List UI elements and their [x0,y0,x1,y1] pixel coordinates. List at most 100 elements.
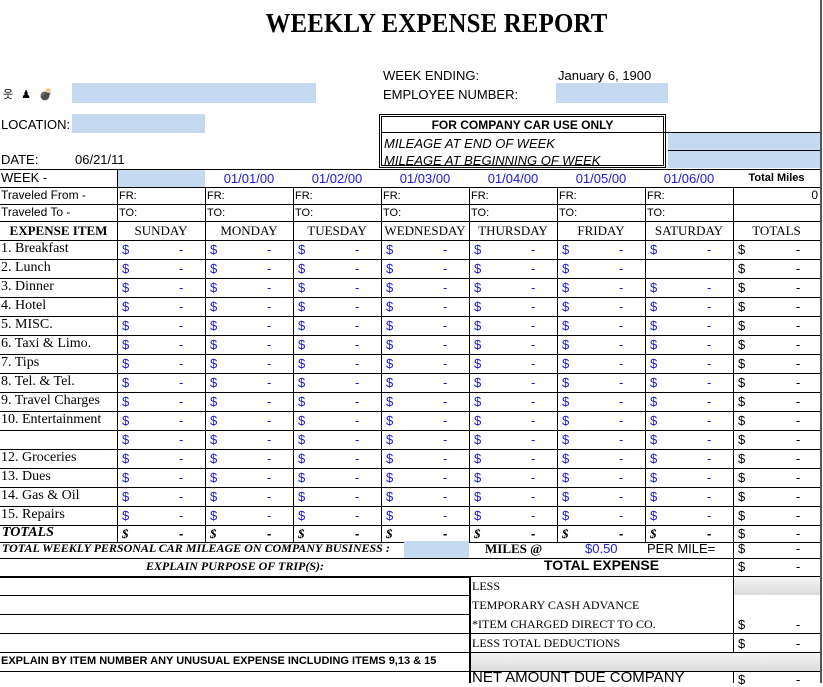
expense-cell[interactable]: - [443,280,447,295]
employee-number-input[interactable] [556,83,668,103]
traveled-from-field[interactable]: FR: [295,190,313,202]
expense-cell[interactable]: - [443,242,447,257]
expense-cell[interactable]: - [707,413,711,428]
expense-cell[interactable]: - [531,489,535,504]
traveled-from-field[interactable]: FR: [119,190,137,202]
expense-cell[interactable]: - [443,356,447,371]
expense-cell[interactable]: - [267,299,271,314]
expense-cell[interactable]: - [179,318,183,333]
expense-cell[interactable]: - [707,432,711,447]
week-date[interactable]: 01/05/00 [557,171,645,186]
expense-cell[interactable]: - [355,242,359,257]
expense-cell[interactable]: - [619,451,623,466]
expense-cell[interactable]: - [531,470,535,485]
expense-cell[interactable]: - [355,356,359,371]
expense-cell[interactable]: - [707,470,711,485]
expense-cell[interactable]: - [443,413,447,428]
expense-cell[interactable]: - [707,508,711,523]
expense-cell[interactable]: - [443,394,447,409]
expense-cell[interactable]: - [531,356,535,371]
expense-cell[interactable]: - [267,508,271,523]
traveled-from-field[interactable]: FR: [383,190,401,202]
expense-cell[interactable]: - [443,375,447,390]
expense-cell[interactable]: - [619,318,623,333]
expense-cell[interactable]: - [355,375,359,390]
mileage-rate[interactable]: $0.50 [585,541,618,556]
expense-cell[interactable]: - [179,508,183,523]
expense-cell[interactable]: - [355,413,359,428]
mileage-begin-input[interactable] [668,151,820,168]
expense-cell[interactable]: - [267,394,271,409]
expense-cell[interactable]: - [355,318,359,333]
expense-cell[interactable]: - [707,318,711,333]
traveled-from-field[interactable]: FR: [559,190,577,202]
expense-cell[interactable]: - [619,432,623,447]
expense-cell[interactable]: - [179,356,183,371]
expense-cell[interactable]: - [267,489,271,504]
expense-cell[interactable]: - [355,261,359,276]
traveled-to-field[interactable]: TO: [207,207,225,219]
expense-cell[interactable]: - [531,508,535,523]
expense-cell[interactable]: - [707,489,711,504]
expense-cell[interactable]: - [619,470,623,485]
name-input[interactable] [72,83,316,103]
expense-cell[interactable]: - [179,432,183,447]
expense-cell[interactable]: - [619,280,623,295]
expense-cell[interactable]: - [619,375,623,390]
expense-cell[interactable]: - [179,299,183,314]
expense-cell[interactable]: - [531,337,535,352]
expense-cell[interactable]: - [179,413,183,428]
expense-cell[interactable]: - [179,280,183,295]
expense-cell[interactable]: - [443,508,447,523]
expense-cell[interactable]: - [707,394,711,409]
expense-cell[interactable]: - [355,299,359,314]
expense-cell[interactable]: - [531,261,535,276]
expense-cell[interactable]: - [267,242,271,257]
expense-cell[interactable]: - [443,299,447,314]
expense-cell[interactable]: - [267,451,271,466]
expense-cell[interactable]: - [355,432,359,447]
expense-cell[interactable]: - [619,508,623,523]
mileage-end-input[interactable] [668,133,820,150]
expense-cell[interactable]: - [267,318,271,333]
expense-cell[interactable]: - [267,375,271,390]
expense-cell[interactable]: - [267,356,271,371]
expense-cell[interactable]: - [619,489,623,504]
expense-cell[interactable]: - [355,508,359,523]
expense-cell[interactable]: - [443,337,447,352]
expense-cell[interactable]: - [179,470,183,485]
expense-cell[interactable]: - [179,489,183,504]
traveled-from-field[interactable]: FR: [647,190,665,202]
expense-cell[interactable]: - [443,489,447,504]
expense-cell[interactable]: - [531,299,535,314]
traveled-to-field[interactable]: TO: [119,207,137,219]
personal-miles-input[interactable] [404,541,469,558]
traveled-from-field[interactable]: FR: [471,190,489,202]
week-date[interactable]: 01/06/00 [645,171,733,186]
traveled-to-field[interactable]: TO: [295,207,313,219]
expense-cell[interactable]: - [179,261,183,276]
expense-cell[interactable]: - [531,413,535,428]
date-value[interactable]: 06/21/11 [75,152,125,167]
expense-cell[interactable]: - [707,375,711,390]
expense-cell[interactable]: - [267,337,271,352]
expense-cell[interactable]: - [355,280,359,295]
expense-cell[interactable]: - [707,242,711,257]
expense-cell[interactable]: - [267,413,271,428]
expense-cell[interactable]: - [355,451,359,466]
expense-cell[interactable]: - [619,337,623,352]
expense-cell[interactable]: - [619,394,623,409]
expense-cell[interactable]: - [707,337,711,352]
expense-cell[interactable]: - [707,356,711,371]
traveled-to-field[interactable]: TO: [647,207,665,219]
expense-cell[interactable]: - [267,432,271,447]
expense-cell[interactable]: - [179,394,183,409]
expense-cell[interactable]: - [619,356,623,371]
expense-cell[interactable]: - [443,318,447,333]
expense-cell[interactable]: - [531,318,535,333]
week-date[interactable]: 01/02/00 [293,171,381,186]
week-date[interactable]: 01/01/00 [205,171,293,186]
expense-cell[interactable]: - [179,337,183,352]
expense-cell[interactable]: - [531,451,535,466]
expense-cell[interactable]: - [179,375,183,390]
